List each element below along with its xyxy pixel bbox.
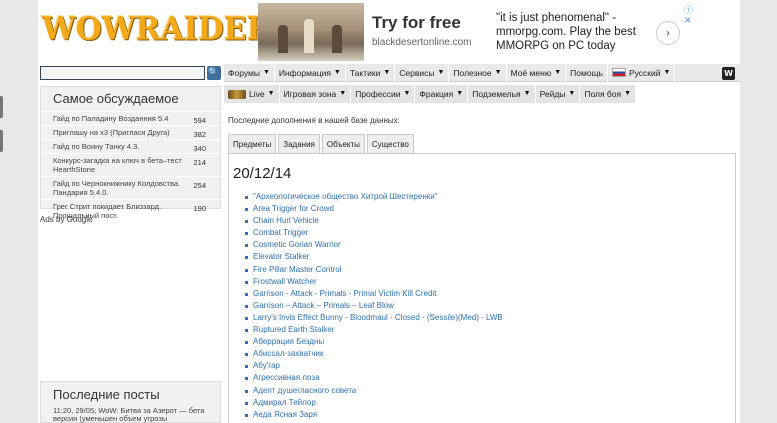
chevron-down-icon: ▼ xyxy=(663,68,671,76)
most-discussed-title: Самое обсуждаемое xyxy=(53,91,179,106)
chevron-down-icon: ▼ xyxy=(267,90,275,97)
list-item[interactable]: Адмирал Тейлор xyxy=(245,397,503,409)
list-item[interactable]: Аберрация Бездны xyxy=(245,336,503,348)
list-item[interactable]: Chain Hurl Vehicle xyxy=(245,215,503,227)
list-item[interactable]: Fire Pillar Master Control xyxy=(245,264,503,276)
chevron-down-icon: ▼ xyxy=(494,68,502,76)
list-item[interactable]: Гайд по Чернокнижнику Колдовства. Пандар… xyxy=(41,176,222,199)
chevron-down-icon: ▼ xyxy=(624,90,632,97)
russian-flag-icon xyxy=(611,68,626,77)
additions-list: "Археологическое общество Хитрой Шестере… xyxy=(245,191,503,421)
side-tab-upper[interactable] xyxy=(0,96,3,118)
menu-tactics[interactable]: Тактики ▼ xyxy=(346,63,396,82)
chevron-down-icon: ▼ xyxy=(262,68,270,76)
tab-bar: Предметы Задания Объекты Существо xyxy=(228,134,414,153)
sub-menu: Live ▼ Игровая зона ▼ Профессии ▼ Фракция ▼ … xyxy=(224,85,637,103)
list-item[interactable]: Приглашу на х3 (Пригласи Друга) 382 xyxy=(41,125,222,139)
list-item[interactable]: "Археологическое общество Хитрой Шестере… xyxy=(245,191,503,203)
menu-useful[interactable]: Полезное ▼ xyxy=(449,63,507,82)
ad-text[interactable]: "it is just phenomenal" - mmorpg.com. Pl… xyxy=(496,11,666,53)
w-button[interactable]: W xyxy=(722,67,735,80)
wow-icon xyxy=(228,89,246,99)
main-content: Последние дополнения в нашей базе данных… xyxy=(224,108,740,423)
recent-additions-heading: Последние дополнения в нашей базе данных… xyxy=(228,116,400,125)
menu-my-menu[interactable]: Моё меню ▼ xyxy=(507,63,567,82)
list-item[interactable]: Ruptured Earth Stalker xyxy=(245,324,503,336)
submenu-dungeons[interactable]: Подземелья ▼ xyxy=(468,85,536,103)
submenu-raids[interactable]: Рейды ▼ xyxy=(536,85,581,103)
submenu-game-zone[interactable]: Игровая зона ▼ xyxy=(280,85,352,103)
tab-creatures[interactable]: Существо xyxy=(366,134,414,153)
ad-image[interactable] xyxy=(258,3,364,61)
date-heading: 20/12/14 xyxy=(233,165,292,182)
submenu-live[interactable]: Live ▼ xyxy=(224,85,280,103)
menu-info[interactable]: Информация ▼ xyxy=(275,63,346,82)
list-item[interactable]: Абу'гар xyxy=(245,360,503,372)
most-discussed-box: Самое обсуждаемое Гайд по Паладину Возда… xyxy=(40,86,222,220)
chevron-down-icon: ▼ xyxy=(523,90,531,97)
chevron-down-icon: ▼ xyxy=(554,68,562,76)
list-item[interactable]: Конкурс-загадка на ключ в бета–тест Hear… xyxy=(41,153,222,176)
most-discussed-list: Гайд по Паладину Возданния 5.4 594 Пригла… xyxy=(41,111,222,222)
chevron-down-icon: ▼ xyxy=(339,90,347,97)
ad-banner[interactable]: Try for free blackdesertonline.com "it i… xyxy=(258,3,703,61)
ad-title[interactable]: Try for free xyxy=(372,13,461,33)
chevron-down-icon: ▼ xyxy=(568,90,576,97)
chevron-down-icon: ▼ xyxy=(333,68,341,76)
submenu-professions[interactable]: Профессии ▼ xyxy=(351,85,416,103)
list-item[interactable]: Garrison – Attack – Primals – Leaf Blow xyxy=(245,300,503,312)
tab-panel: 20/12/14 "Археологическое общество Хитро… xyxy=(228,153,736,423)
menu-language[interactable]: Русский ▼ xyxy=(608,63,676,82)
list-item[interactable]: Гайд по Воину Танку 4.3. 340 xyxy=(41,139,222,153)
latest-posts-box: Последние посты 11:20, 29/05; WoW: Битва… xyxy=(40,381,221,423)
latest-post-item[interactable]: 11:20, 29/05; WoW: Битва за Азерот — бет… xyxy=(41,407,220,423)
list-item[interactable]: Elevator Stalker xyxy=(245,251,503,263)
list-item[interactable]: Garrison - Attack - Primals - Primal Vic… xyxy=(245,288,503,300)
list-item[interactable]: Гайд по Паладину Возданния 5.4 594 xyxy=(41,111,222,125)
chevron-down-icon: ▼ xyxy=(403,90,411,97)
menu-forums[interactable]: Форумы ▼ xyxy=(224,63,275,82)
tab-quests[interactable]: Задания xyxy=(278,134,320,153)
menu-help[interactable]: Помощь xyxy=(566,63,608,82)
list-item[interactable]: Аеда Ясная Заря xyxy=(245,409,503,421)
list-item[interactable]: Area Trigger for Crowd xyxy=(245,203,503,215)
tab-items[interactable]: Предметы xyxy=(228,134,277,153)
right-background xyxy=(740,0,777,423)
list-item[interactable]: Адепт душегласного совета xyxy=(245,385,503,397)
ads-by-google-label[interactable]: Ads by Google xyxy=(40,215,92,224)
menu-services[interactable]: Сервисы ▼ xyxy=(395,63,450,82)
list-item[interactable]: Frostwall Watcher xyxy=(245,276,503,288)
ad-close-icon[interactable]: ⓘ ✕ xyxy=(684,3,703,26)
search-input[interactable] xyxy=(40,66,205,80)
chevron-down-icon: ▼ xyxy=(437,68,445,76)
chevron-down-icon: ▼ xyxy=(383,68,391,76)
page: WOWRAIDER Try for free blackdesertonline… xyxy=(38,0,740,423)
ad-url[interactable]: blackdesertonline.com xyxy=(372,37,472,48)
ad-arrow-icon[interactable]: › xyxy=(656,21,680,45)
search-icon[interactable]: 🔍 xyxy=(207,66,221,80)
tab-objects[interactable]: Объекты xyxy=(321,134,365,153)
chevron-down-icon: ▼ xyxy=(456,90,464,97)
list-item[interactable]: Larry's Invis Effect Bunny - Bloodmaul -… xyxy=(245,312,503,324)
list-item[interactable]: Агрессивная лоза xyxy=(245,372,503,384)
list-item[interactable]: Combat Trigger xyxy=(245,227,503,239)
left-background xyxy=(0,0,38,423)
main-menu: Форумы ▼ Информация ▼ Тактики ▼ Сервисы ▼ По… xyxy=(224,63,740,82)
list-item[interactable]: Абиссал-захватчик xyxy=(245,348,503,360)
submenu-faction[interactable]: Фракция ▼ xyxy=(415,85,469,103)
side-tab-lower[interactable] xyxy=(0,130,3,152)
list-item[interactable]: Cosmetic Gorian Warrior xyxy=(245,239,503,251)
submenu-battlegrounds[interactable]: Поля боя ▼ xyxy=(580,85,637,103)
site-logo[interactable]: WOWRAIDER xyxy=(42,11,272,48)
latest-posts-title: Последние посты xyxy=(53,387,160,402)
